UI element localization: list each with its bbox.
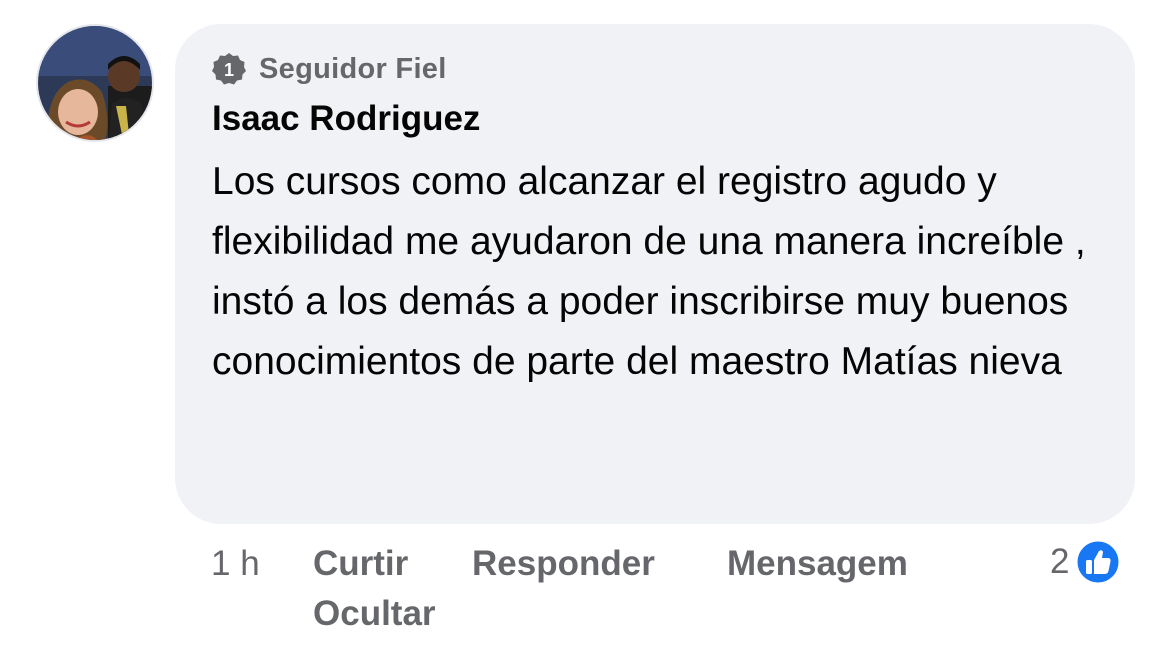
reaction-count: 2 (1050, 542, 1070, 581)
like-reaction-icon (1074, 538, 1122, 586)
hide-button[interactable]: Ocultar (313, 594, 436, 634)
comment-timestamp[interactable]: 1 h (211, 544, 260, 584)
reply-button[interactable]: Responder (472, 544, 655, 584)
svg-text:1: 1 (224, 60, 234, 80)
avatar[interactable] (36, 24, 154, 142)
badge-label: Seguidor Fiel (259, 53, 447, 85)
comment-bubble: 1 Seguidor Fiel Isaac Rodriguez Los curs… (175, 24, 1135, 524)
comment-text: Los cursos como alcanzar el registro agu… (212, 160, 1086, 383)
reaction-summary[interactable]: 2 (1050, 538, 1122, 586)
comment-author[interactable]: Isaac Rodriguez (212, 98, 480, 140)
profile-photo-icon (38, 26, 152, 140)
message-button[interactable]: Mensagem (727, 544, 908, 584)
follower-badge[interactable]: 1 Seguidor Fiel (212, 52, 447, 86)
like-button[interactable]: Curtir (313, 544, 408, 584)
badge-one-icon: 1 (212, 53, 246, 85)
